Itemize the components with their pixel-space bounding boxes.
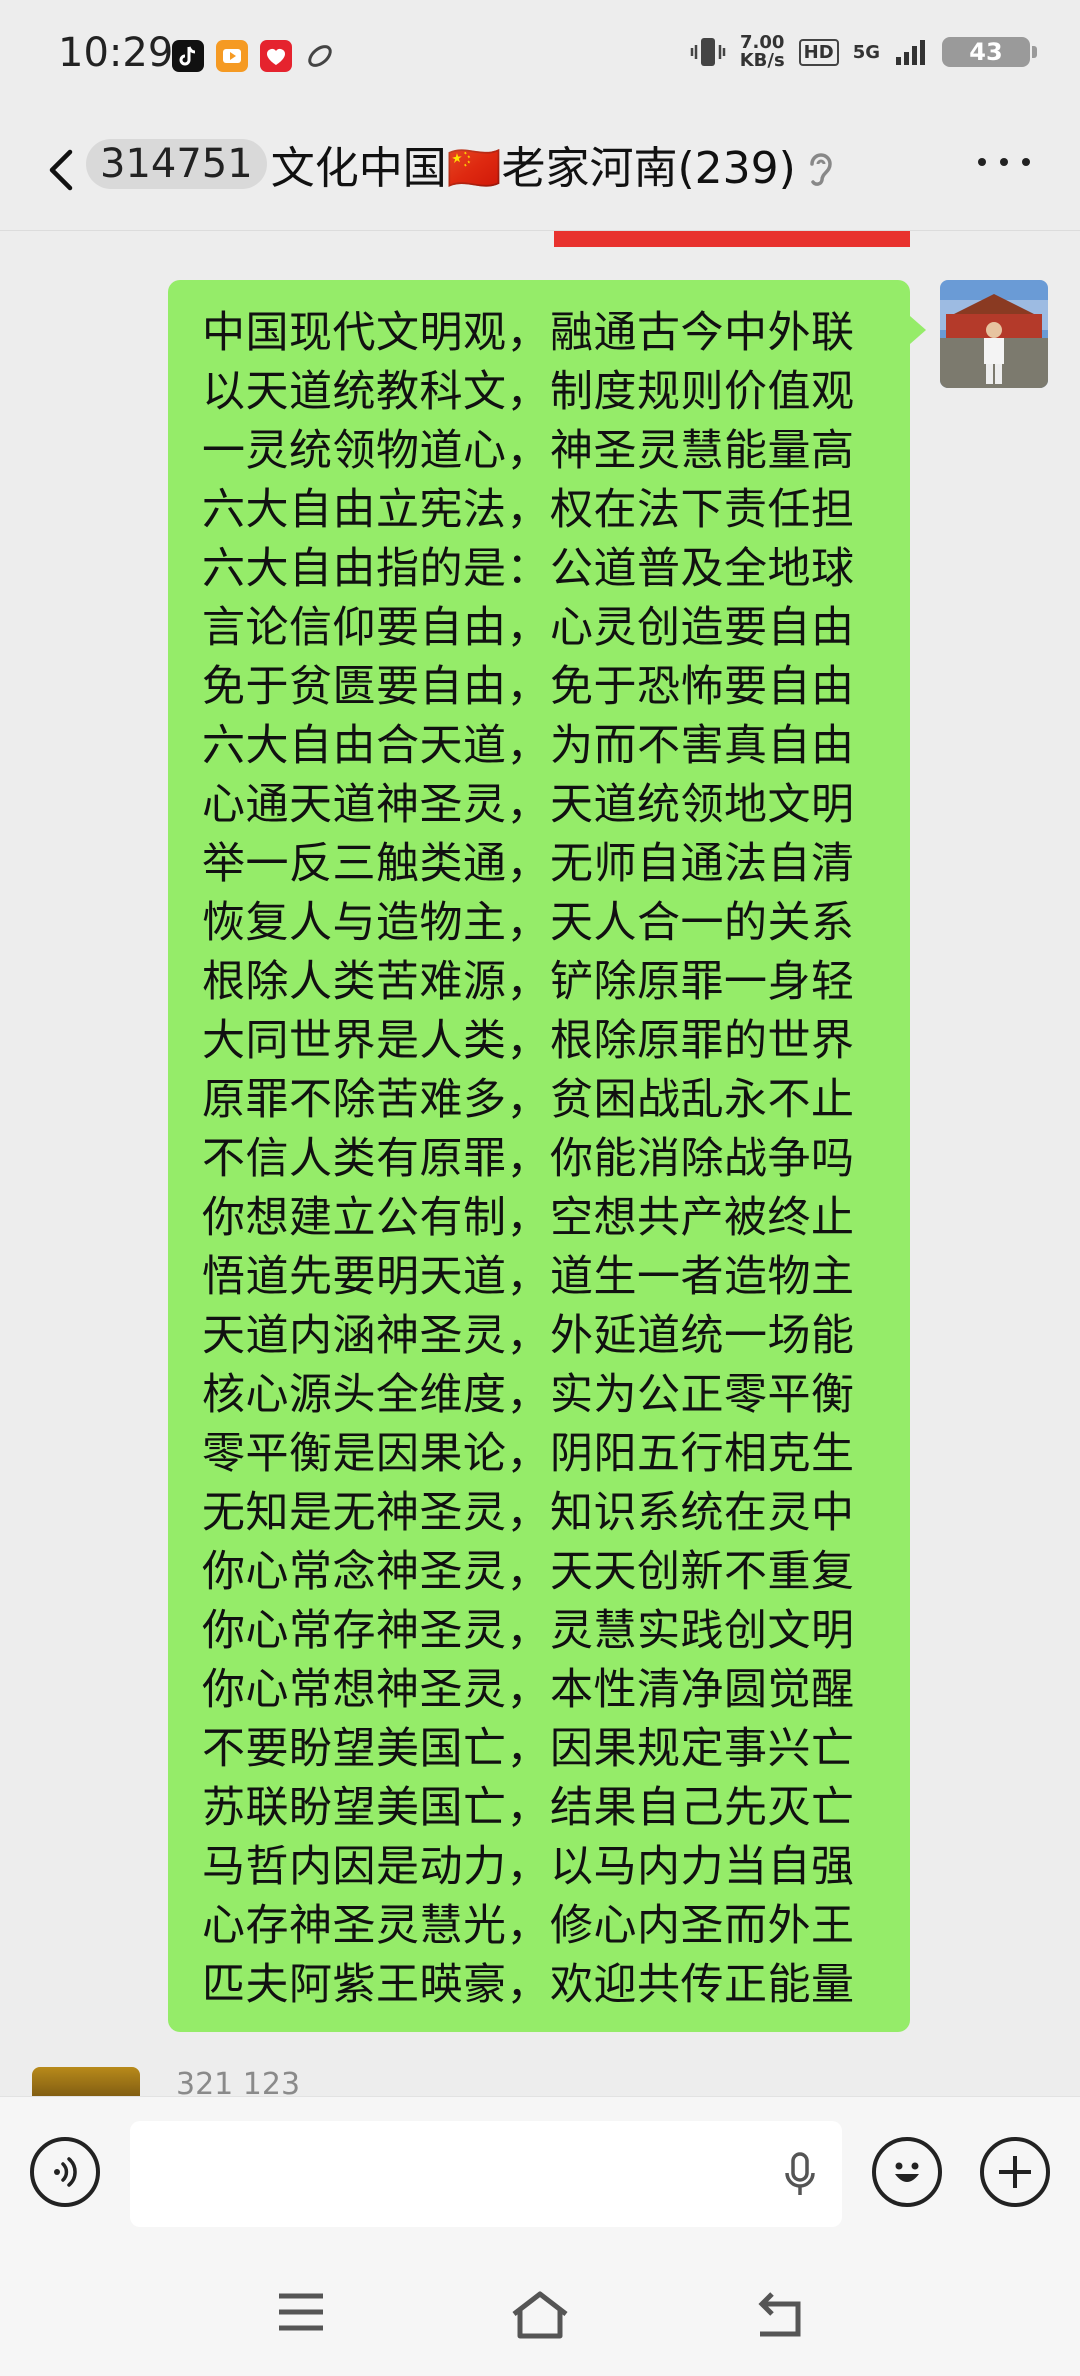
message-line: 悟道先要明天道，道生一者造物主	[202, 1252, 855, 1302]
previous-message-image[interactable]	[554, 231, 910, 247]
message-line: 举一反三触类通，无师自通法自清	[202, 839, 855, 889]
status-indicators: 7.00 KB/s HD 5G 43	[690, 34, 1037, 70]
plus-button[interactable]	[980, 2137, 1050, 2207]
home-icon[interactable]	[510, 2290, 570, 2340]
message-line: 一灵统领物道心，神圣灵慧能量高	[202, 426, 855, 476]
video-app-icon	[216, 40, 248, 72]
system-nav-bar	[0, 2246, 1080, 2376]
status-time: 10:29	[58, 30, 174, 76]
message-line: 零平衡是因果论，阴阳五行相克生	[202, 1429, 855, 1479]
back-icon	[49, 149, 73, 191]
tiktok-icon	[172, 40, 204, 72]
message-line: 根除人类苦难源，铲除原罪一身轻	[202, 957, 855, 1007]
more-button[interactable]	[978, 158, 1030, 166]
emoji-icon	[895, 2162, 919, 2182]
message-line: 你心常存神圣灵，灵慧实践创文明	[202, 1606, 855, 1656]
earpiece-mode-button[interactable]	[800, 144, 840, 194]
message-text: 中国现代文明观，融通古今中外联 以天道统教科文，制度规则价值观 一灵统领物道心，神圣…	[168, 280, 910, 2015]
message-line: 心存神圣灵慧光，修心内圣而外王	[202, 1901, 855, 1951]
hd-badge: HD	[798, 38, 839, 66]
message-line: 免于贫匮要自由，免于恐怖要自由	[202, 662, 855, 712]
message-line: 大同世界是人类，根除原罪的世界	[202, 1016, 855, 1066]
message-line: 你心常想神圣灵，本性清净圆觉醒	[202, 1665, 855, 1715]
message-line: 心通天道神圣灵，天道统领地文明	[202, 780, 855, 830]
message-line: 无知是无神圣灵，知识系统在灵中	[202, 1488, 855, 1538]
chat-title: 314751 文化中国🇨🇳老家河南(239)	[86, 132, 796, 196]
net-speed: 7.00 KB/s	[740, 34, 785, 70]
message-line: 马哲内因是动力，以马内力当自强	[202, 1842, 855, 1892]
avatar[interactable]	[940, 280, 1048, 388]
message-line: 核心源头全维度，实为公正零平衡	[202, 1370, 855, 1420]
voice-icon	[54, 2157, 77, 2187]
message-input[interactable]	[130, 2121, 842, 2227]
chat-area[interactable]: 中国现代文明观，融通古今中外联 以天道统教科文，制度规则价值观 一灵统领物道心，神圣…	[0, 231, 1080, 2096]
message-line: 匹夫阿紫王暎豪，欢迎共传正能量	[202, 1960, 855, 2010]
voice-button[interactable]	[30, 2137, 100, 2207]
message-line: 原罪不除苦难多，贫困战乱永不止	[202, 1075, 855, 1125]
mic-icon[interactable]	[782, 2151, 818, 2199]
link-app-icon	[304, 40, 336, 72]
message-bubble[interactable]: 中国现代文明观，融通古今中外联 以天道统教科文，制度规则价值观 一灵统领物道心，神圣…	[168, 280, 926, 2032]
menu-icon[interactable]	[276, 2290, 326, 2334]
message-line: 六大自由指的是：公道普及全地球	[202, 544, 855, 594]
message-line: 你心常念神圣灵，天天创新不重复	[202, 1547, 855, 1597]
message-line: 你想建立公有制，空想共产被终止	[202, 1193, 855, 1243]
message-line: 不要盼望美国亡，因果规定事兴亡	[202, 1724, 855, 1774]
group-id-chip: 314751	[86, 139, 267, 189]
message-line: 言论信仰要自由，心灵创造要自由	[202, 603, 855, 653]
sender-avatar[interactable]	[32, 2067, 140, 2096]
heart-app-icon	[260, 40, 292, 72]
ear-icon	[810, 153, 832, 186]
chat-header: 314751 文化中国🇨🇳老家河南(239)	[0, 110, 1080, 231]
battery-indicator: 43	[942, 37, 1037, 67]
message-line: 六大自由立宪法，权在法下责任担	[202, 485, 855, 535]
group-name: 文化中国🇨🇳老家河南(239)	[270, 143, 796, 194]
return-icon[interactable]	[754, 2290, 804, 2338]
more-dot	[1022, 158, 1030, 166]
plus-icon	[999, 2156, 1031, 2188]
more-dot	[1000, 158, 1008, 166]
net-speed-unit: KB/s	[739, 50, 785, 71]
message-line: 天道内涵神圣灵，外延道统一场能	[202, 1311, 855, 1361]
signal-label: 5G	[852, 41, 880, 63]
message-line: 恢复人与造物主，天人合一的关系	[202, 898, 855, 948]
emoji-button[interactable]	[872, 2137, 942, 2207]
message-line: 中国现代文明观，融通古今中外联	[202, 308, 855, 358]
message-line: 以天道统教科文，制度规则价值观	[202, 367, 855, 417]
back-button[interactable]	[40, 140, 80, 200]
signal-bars-icon	[896, 40, 925, 65]
message-line: 六大自由合天道，为而不害真自由	[202, 721, 855, 771]
vibrate-icon	[690, 38, 725, 66]
input-bar	[0, 2096, 1080, 2247]
sender-name: 321 123	[176, 2067, 301, 2096]
message-line: 苏联盼望美国亡，结果自己先灭亡	[202, 1783, 855, 1833]
status-bar: 10:29 7.00 KB/s HD 5G 43	[0, 0, 1080, 110]
message-line: 不信人类有原罪，你能消除战争吗	[202, 1134, 855, 1184]
more-icon	[978, 158, 986, 166]
